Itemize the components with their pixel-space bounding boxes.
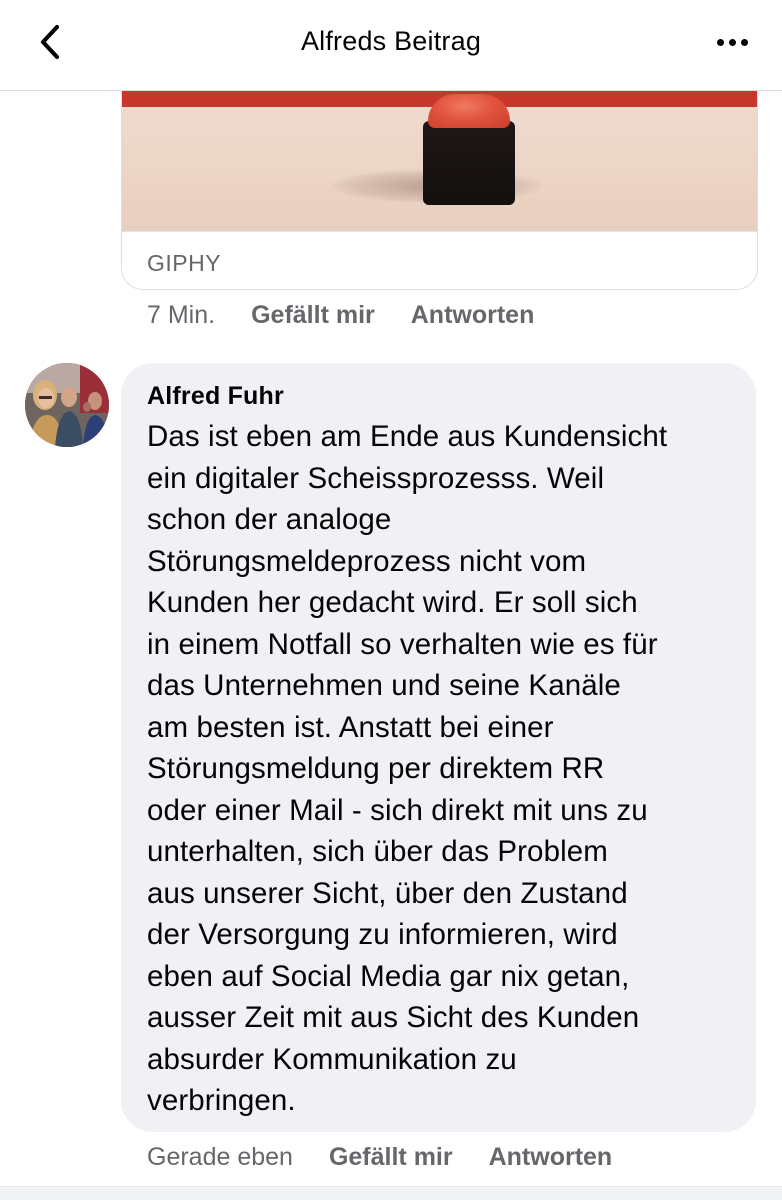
avatar-photo	[25, 363, 109, 447]
like-button[interactable]: Gefällt mir	[329, 1143, 453, 1172]
gif-button-base	[423, 121, 515, 205]
comment-text: Das ist eben am Ende aus Kundensicht ein…	[147, 420, 668, 1117]
post-page: Alfreds Beitrag GIPHY 7 Min. Gefällt mir…	[0, 0, 782, 1200]
comment-timestamp: Gerade eben	[147, 1143, 293, 1171]
nav-header: Alfreds Beitrag	[0, 0, 782, 91]
comment-actions: 7 Min. Gefällt mir Antworten	[147, 301, 534, 330]
gif-attachment[interactable]: GIPHY	[121, 91, 758, 290]
avatar[interactable]	[25, 363, 109, 447]
more-horizontal-icon	[716, 38, 724, 46]
page-title: Alfreds Beitrag	[300, 26, 482, 56]
comment-timestamp: 7 Min.	[147, 301, 216, 329]
gif-footer: GIPHY	[122, 231, 757, 289]
gif-source-label: GIPHY	[147, 250, 222, 276]
bottom-edge	[0, 1186, 782, 1200]
like-button[interactable]: Gefällt mir	[251, 301, 375, 330]
more-dot	[728, 38, 736, 46]
gif-image[interactable]	[122, 91, 757, 231]
comment-author[interactable]: Alfred Fuhr	[147, 380, 730, 412]
comment-actions: Gerade eben Gefällt mir Antworten	[147, 1143, 612, 1172]
more-dot	[740, 38, 748, 46]
comment-bubble: Alfred Fuhr Das ist eben am Ende aus Kun…	[121, 363, 756, 1132]
reply-button[interactable]: Antworten	[411, 301, 535, 330]
reply-button[interactable]: Antworten	[489, 1143, 613, 1172]
more-options-button[interactable]	[704, 22, 760, 62]
gif-button-top	[428, 94, 510, 128]
